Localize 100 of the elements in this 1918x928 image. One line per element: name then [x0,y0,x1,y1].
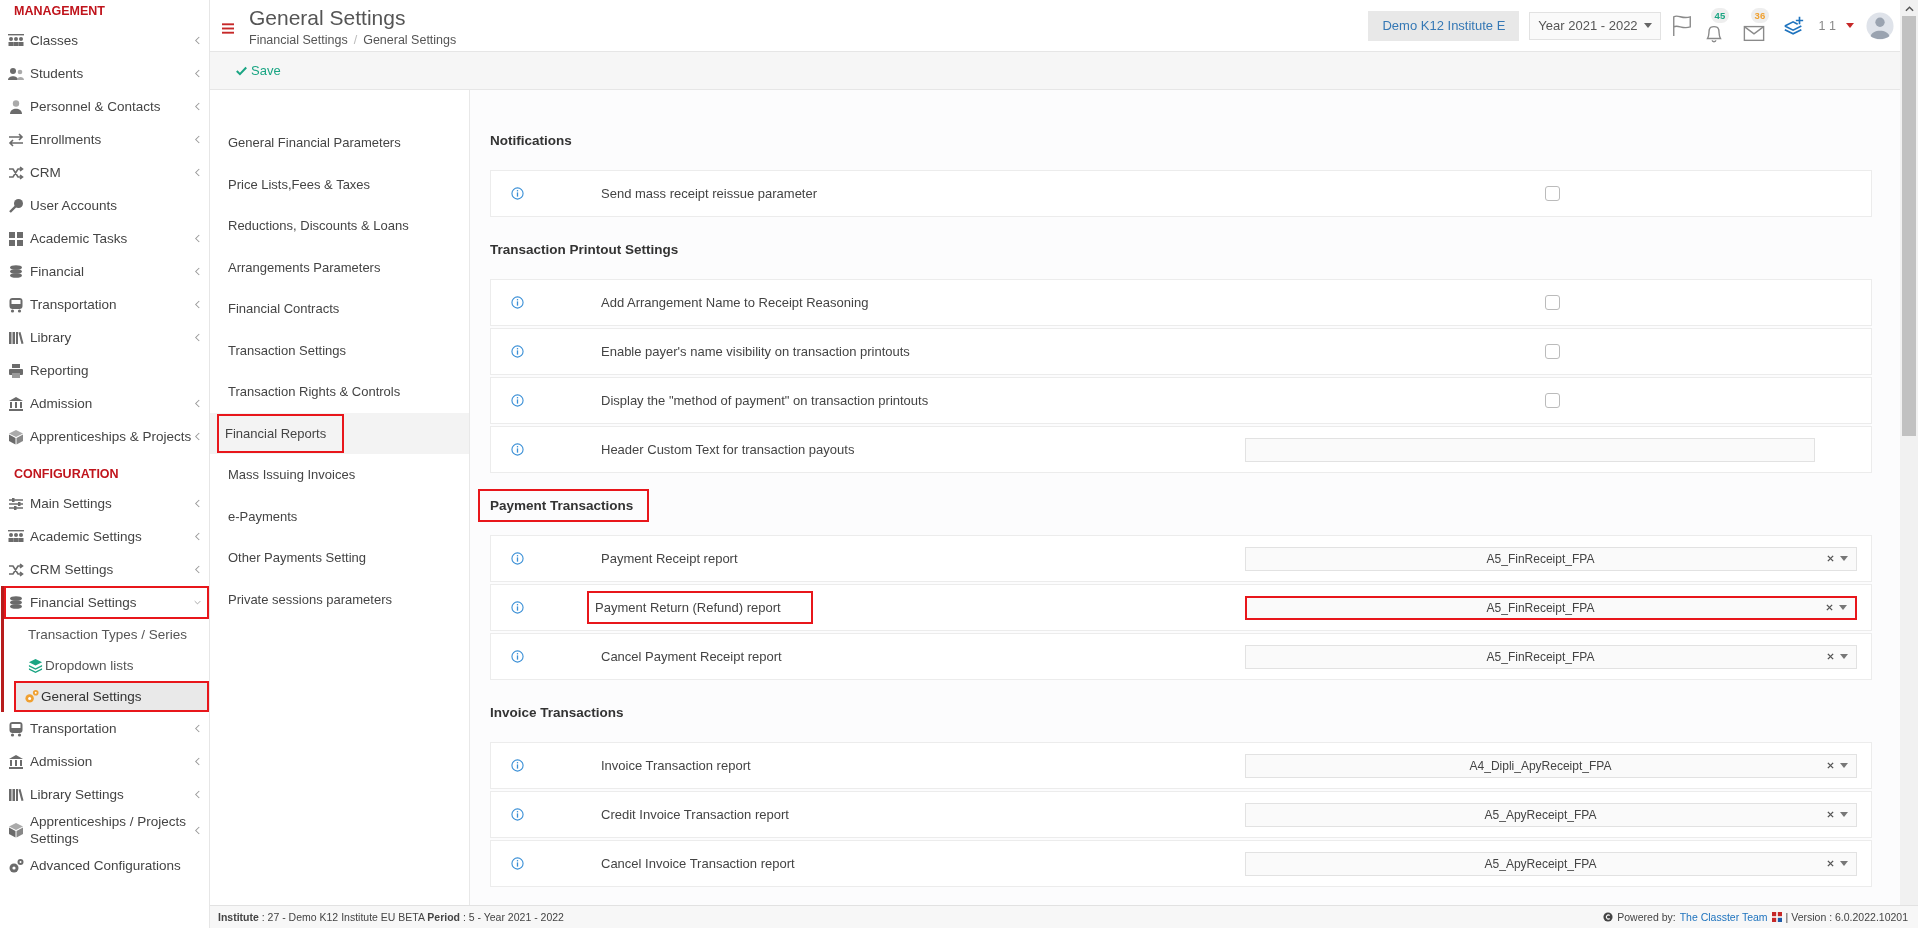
info-icon[interactable] [511,759,524,772]
section-heading: Notifications [489,131,573,150]
sidebar-item[interactable]: Advanced Configurations [0,849,209,882]
report-dropdown[interactable]: A5_ApyReceipt_FPA [1245,851,1857,876]
sidebar-item[interactable]: Academic Tasks [0,222,209,255]
flag-icon[interactable] [1670,14,1693,37]
sidebar-item[interactable]: Apprenticeships & Projects [0,420,209,453]
report-dropdown[interactable]: A5_FinReceipt_FPA [1245,644,1857,669]
settings-nav-item[interactable]: Arrangements Parameters [210,246,469,288]
sidebar-item[interactable]: Admission [0,387,209,420]
avatar[interactable] [1866,11,1894,40]
info-icon[interactable] [511,345,524,358]
sidebar-item[interactable]: Apprenticeships / Projects Settings [0,811,209,849]
clear-icon[interactable] [1827,860,1834,867]
info-icon[interactable] [511,601,524,614]
report-dropdown[interactable]: A5_ApyReceipt_FPA [1245,802,1857,827]
layers-plus-icon[interactable] [1782,14,1805,37]
shuffle-icon [8,164,24,181]
menu-icon[interactable] [222,23,234,34]
settings-nav-item[interactable]: Price Lists,Fees & Taxes [210,163,469,205]
sidebar-item[interactable]: User Accounts [0,189,209,222]
submenu-item[interactable]: General Settings [14,681,209,712]
user-menu[interactable]: 1 1 [1818,18,1836,33]
sidebar-item[interactable]: Reporting [0,354,209,387]
sidebar-item[interactable]: Library Settings [0,778,209,811]
caret-down-icon [1839,605,1847,610]
caret-down-icon [1840,861,1848,866]
caret-down-icon [1840,763,1848,768]
report-dropdown[interactable]: A4_Dipli_ApyReceipt_FPA [1245,753,1857,778]
institute-button[interactable]: Demo K12 Institute E [1368,10,1520,41]
printer-icon [8,362,24,379]
scrollbar[interactable] [1900,0,1918,905]
sidebar-item[interactable]: Students [0,57,209,90]
sidebar-item[interactable]: Main Settings [0,487,209,520]
info-icon[interactable] [511,650,524,663]
people-icon [8,528,24,545]
checkbox[interactable] [1545,186,1560,201]
books-icon [8,329,24,346]
sidebar-item[interactable]: Transportation [0,712,209,745]
scroll-up-icon[interactable] [1904,6,1914,12]
sidebar-item[interactable]: Financial Settings [4,586,209,619]
sidebar-item[interactable]: Personnel & Contacts [0,90,209,123]
setting-label: Credit Invoice Transaction report [600,806,790,824]
clear-icon[interactable] [1827,762,1834,769]
cube-icon [8,822,24,838]
info-icon[interactable] [511,857,524,870]
breadcrumb-link[interactable]: Financial Settings [249,32,348,47]
text-field[interactable] [1245,437,1815,462]
team-link[interactable]: The Classter Team [1679,911,1768,923]
sidebar-item[interactable]: Classes [0,24,209,57]
settings-nav-item[interactable]: Other Payments Setting [210,537,469,579]
info-icon[interactable] [511,808,524,821]
caret-down-icon [1840,812,1848,817]
settings-nav-item[interactable]: Private sessions parameters [210,578,469,620]
section-title: MANAGEMENT [13,3,106,20]
setting-label: Header Custom Text for transaction payouts [600,441,856,459]
settings-nav-item[interactable]: Transaction Rights & Controls [210,371,469,413]
clear-icon[interactable] [1827,653,1834,660]
bus-icon [8,296,24,313]
submenu-item[interactable]: Dropdown lists [4,650,209,681]
info-icon[interactable] [511,394,524,407]
setting-label: Payment Receipt report [600,550,739,568]
checkbox[interactable] [1545,344,1560,359]
clear-icon[interactable] [1826,604,1833,611]
settings-nav-item[interactable]: Transaction Settings [210,329,469,371]
info-icon[interactable] [511,552,524,565]
settings-nav-item[interactable]: e-Payments [210,495,469,537]
breadcrumb-link[interactable]: General Settings [363,32,457,47]
logo-icon [1771,912,1782,922]
info-icon[interactable] [511,296,524,309]
checkbox[interactable] [1545,393,1560,408]
bank-icon [8,753,24,770]
info-icon[interactable] [511,187,524,200]
settings-nav-item[interactable]: General Financial Parameters [210,122,469,164]
sidebar-item[interactable]: Admission [0,745,209,778]
message-count: 36 [1750,7,1770,23]
sidebar-item[interactable]: CRM [0,156,209,189]
info-icon[interactable] [511,443,524,456]
books-icon [8,786,24,803]
report-dropdown[interactable]: A5_FinReceipt_FPA [1245,546,1857,571]
sidebar-item[interactable]: Financial [0,255,209,288]
setting-label: Cancel Invoice Transaction report [600,855,796,873]
clear-icon[interactable] [1827,811,1834,818]
caret-down-icon[interactable] [1846,23,1854,28]
sidebar-item[interactable]: Transportation [0,288,209,321]
settings-nav-item[interactable]: Mass Issuing Invoices [210,454,469,496]
report-dropdown[interactable]: A5_FinReceipt_FPA [1245,595,1857,620]
sidebar-item[interactable]: Academic Settings [0,520,209,553]
sidebar-item[interactable]: Enrollments [0,123,209,156]
clear-icon[interactable] [1827,555,1834,562]
settings-nav-item[interactable]: Financial Contracts [210,288,469,330]
sidebar-item[interactable]: Library [0,321,209,354]
settings-nav-item[interactable]: Financial Reports [210,412,469,454]
settings-nav-item[interactable]: Reductions, Discounts & Loans [210,205,469,247]
scrollbar-thumb[interactable] [1902,16,1916,436]
year-dropdown[interactable]: Year 2021 - 2022 [1529,11,1661,40]
submenu-item[interactable]: Transaction Types / Series [4,619,209,650]
sidebar-item[interactable]: CRM Settings [0,553,209,586]
checkbox[interactable] [1545,295,1560,310]
people-icon [8,32,24,49]
